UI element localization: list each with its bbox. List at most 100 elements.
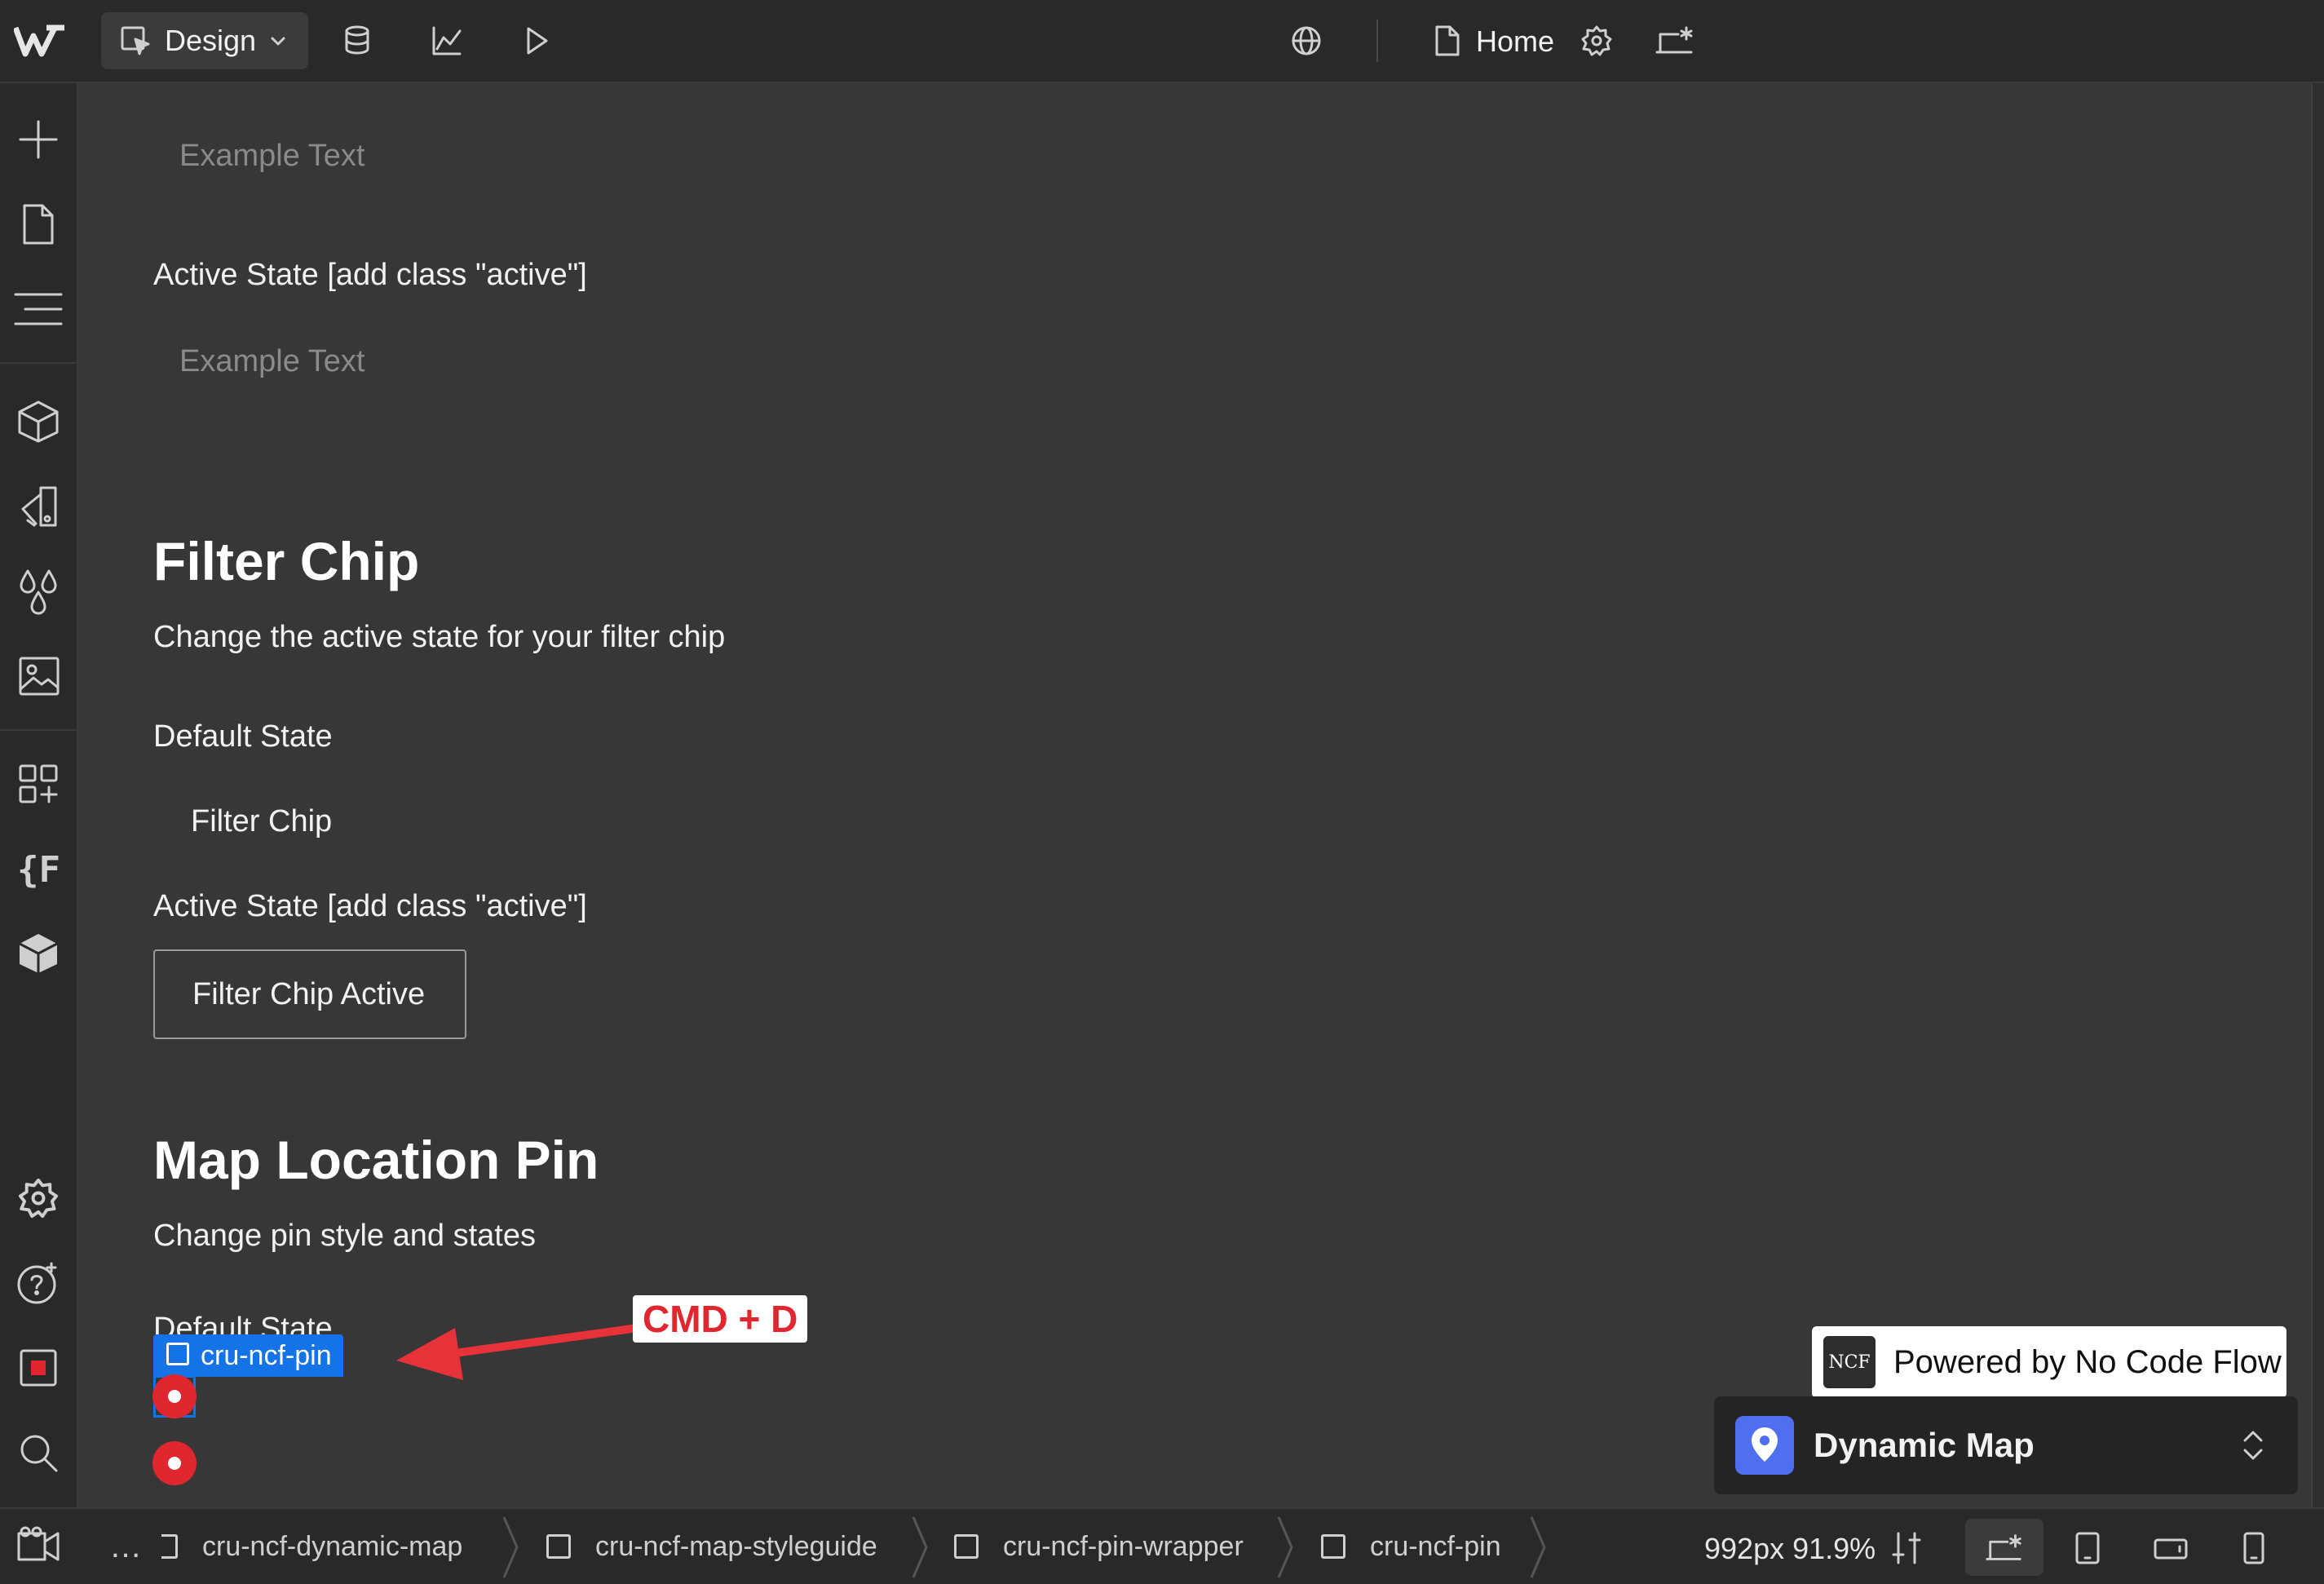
page-icon	[1435, 25, 1460, 56]
default-state-label[interactable]: Default State	[153, 719, 333, 754]
example-text[interactable]: Example Text	[179, 139, 365, 174]
sidebar-components[interactable]	[11, 395, 65, 449]
record-icon	[20, 1349, 57, 1387]
width-readout: 992px	[1704, 1532, 1785, 1565]
active-state-label[interactable]: Active State [add class "active"]	[153, 889, 587, 924]
canvas-right-edge	[2311, 83, 2324, 1507]
mobile-landscape-icon	[2154, 1538, 2188, 1560]
breadcrumb-item[interactable]: cru-ncf-map-styleguide	[546, 1509, 877, 1584]
app-title: Dynamic Map	[1814, 1426, 2035, 1464]
apps-icon	[19, 764, 58, 803]
sidebar-variables[interactable]	[11, 564, 65, 618]
design-mode-button[interactable]: Design	[101, 12, 308, 69]
sidebar-finsweet[interactable]: {F	[11, 842, 65, 896]
sidebar-assets[interactable]	[11, 649, 65, 703]
filter-chip-default[interactable]: Filter Chip	[191, 804, 332, 839]
cms-button[interactable]	[334, 18, 380, 64]
powered-by-label: Powered by No Code Flow	[1893, 1343, 2282, 1380]
pin-dot	[168, 1457, 181, 1470]
breadcrumb-separator	[1277, 1516, 1293, 1578]
example-text[interactable]: Example Text	[179, 344, 365, 379]
breadcrumb-more[interactable]: …	[109, 1509, 142, 1584]
cursor-select-icon	[121, 26, 150, 55]
element-box-icon	[166, 1343, 189, 1365]
design-canvas[interactable]: Example Text Active State [add class "ac…	[78, 83, 2311, 1507]
settings-icon	[18, 1178, 59, 1219]
components-icon	[18, 400, 59, 443]
database-icon	[345, 25, 369, 55]
breakpoint-icon	[1655, 26, 1693, 54]
map-pin-selected[interactable]	[152, 1374, 197, 1418]
pin-dot	[168, 1390, 181, 1403]
page-settings-button[interactable]	[1574, 18, 1619, 64]
box-icon	[19, 934, 58, 973]
breadcrumb-item[interactable]: cru-ncf-pin	[1321, 1509, 1501, 1584]
breakpoint-mobile-portrait[interactable]	[2231, 1525, 2277, 1571]
element-box-icon	[546, 1534, 571, 1559]
selected-element-name: cru-ncf-pin	[201, 1339, 332, 1371]
sidebar-settings[interactable]	[11, 1171, 65, 1225]
sidebar-record[interactable]	[11, 1341, 65, 1395]
breakpoint-tablet[interactable]	[2065, 1525, 2110, 1571]
canvas-size-readout[interactable]: 992px 91.9%	[1704, 1532, 1876, 1566]
breakpoint-icon	[1986, 1534, 2021, 1560]
filter-chip-active-label: Filter Chip Active	[192, 976, 426, 1011]
breakpoint-desktop[interactable]	[1982, 1525, 2027, 1571]
webflow-logo[interactable]	[11, 18, 68, 64]
navigator-icon	[14, 293, 63, 325]
element-box-icon	[1321, 1534, 1345, 1559]
dynamic-map-app-panel[interactable]: Dynamic Map	[1714, 1396, 2298, 1494]
breadcrumb-separator	[1530, 1516, 1546, 1578]
breadcrumb-item[interactable]: cru-ncf-pin-wrapper	[954, 1509, 1244, 1584]
sidebar-divider	[0, 729, 78, 731]
current-page-name[interactable]: Home	[1476, 24, 1554, 59]
locale-button[interactable]	[1284, 18, 1329, 64]
sidebar-pages[interactable]	[11, 197, 65, 251]
bottom-bar: … cru-ncf-dynamic-map cru-ncf-map-styleg…	[0, 1507, 2324, 1584]
breadcrumb-separator	[502, 1516, 519, 1578]
search-icon	[20, 1435, 58, 1472]
sliders-icon	[1892, 1532, 1921, 1564]
sidebar-style-manager[interactable]	[11, 480, 65, 533]
breakpoint-button[interactable]	[1652, 18, 1698, 64]
shortcut-annotation: CMD + D	[633, 1295, 808, 1343]
analyze-button[interactable]	[424, 18, 470, 64]
svg-text:{F: {F	[17, 849, 60, 891]
canvas-settings-button[interactable]	[1884, 1525, 1929, 1571]
video-icon	[17, 1526, 60, 1561]
sidebar-package[interactable]	[11, 927, 65, 980]
preview-button[interactable]	[514, 18, 559, 64]
map-pin-heading[interactable]: Map Location Pin	[153, 1129, 599, 1191]
breadcrumb-item[interactable]: cru-ncf-dynamic-map	[161, 1509, 462, 1584]
sidebar-apps[interactable]	[11, 757, 65, 811]
breadcrumb-label: cru-ncf-pin-wrapper	[1003, 1530, 1244, 1562]
page-selector-icon-wrap[interactable]	[1424, 18, 1469, 64]
analytics-icon	[432, 26, 462, 55]
sidebar-navigator[interactable]	[11, 282, 65, 336]
map-pin-duplicate[interactable]	[152, 1441, 197, 1485]
style-manager-icon	[21, 486, 57, 527]
ncf-logo: NCF	[1823, 1336, 1876, 1388]
breakpoint-mobile-landscape[interactable]	[2148, 1525, 2194, 1571]
globe-icon	[1292, 26, 1321, 55]
sidebar-divider	[0, 362, 78, 364]
sidebar-add[interactable]	[11, 113, 65, 166]
filter-chip-subtitle[interactable]: Change the active state for your filter …	[153, 620, 725, 655]
add-icon	[19, 120, 58, 159]
top-toolbar: Design Home	[0, 0, 2324, 83]
selected-element-badge[interactable]: cru-ncf-pin	[153, 1334, 343, 1377]
sidebar-video[interactable]	[11, 1512, 65, 1577]
breadcrumb-separator	[912, 1516, 928, 1578]
play-icon	[527, 27, 548, 55]
sidebar-help[interactable]	[11, 1256, 65, 1310]
map-pin-icon	[1735, 1416, 1794, 1475]
chevron-up-down-icon[interactable]	[2241, 1429, 2265, 1462]
chevron-down-icon	[271, 37, 285, 46]
design-mode-label: Design	[165, 24, 257, 57]
active-state-label[interactable]: Active State [add class "active"]	[153, 258, 587, 293]
filter-chip-active[interactable]: Filter Chip Active	[153, 949, 466, 1039]
filter-chip-heading[interactable]: Filter Chip	[153, 530, 419, 592]
map-pin-subtitle[interactable]: Change pin style and states	[153, 1219, 536, 1254]
sidebar-search[interactable]	[11, 1426, 65, 1480]
powered-by-ncf-badge[interactable]: NCF Powered by No Code Flow	[1812, 1326, 2286, 1398]
